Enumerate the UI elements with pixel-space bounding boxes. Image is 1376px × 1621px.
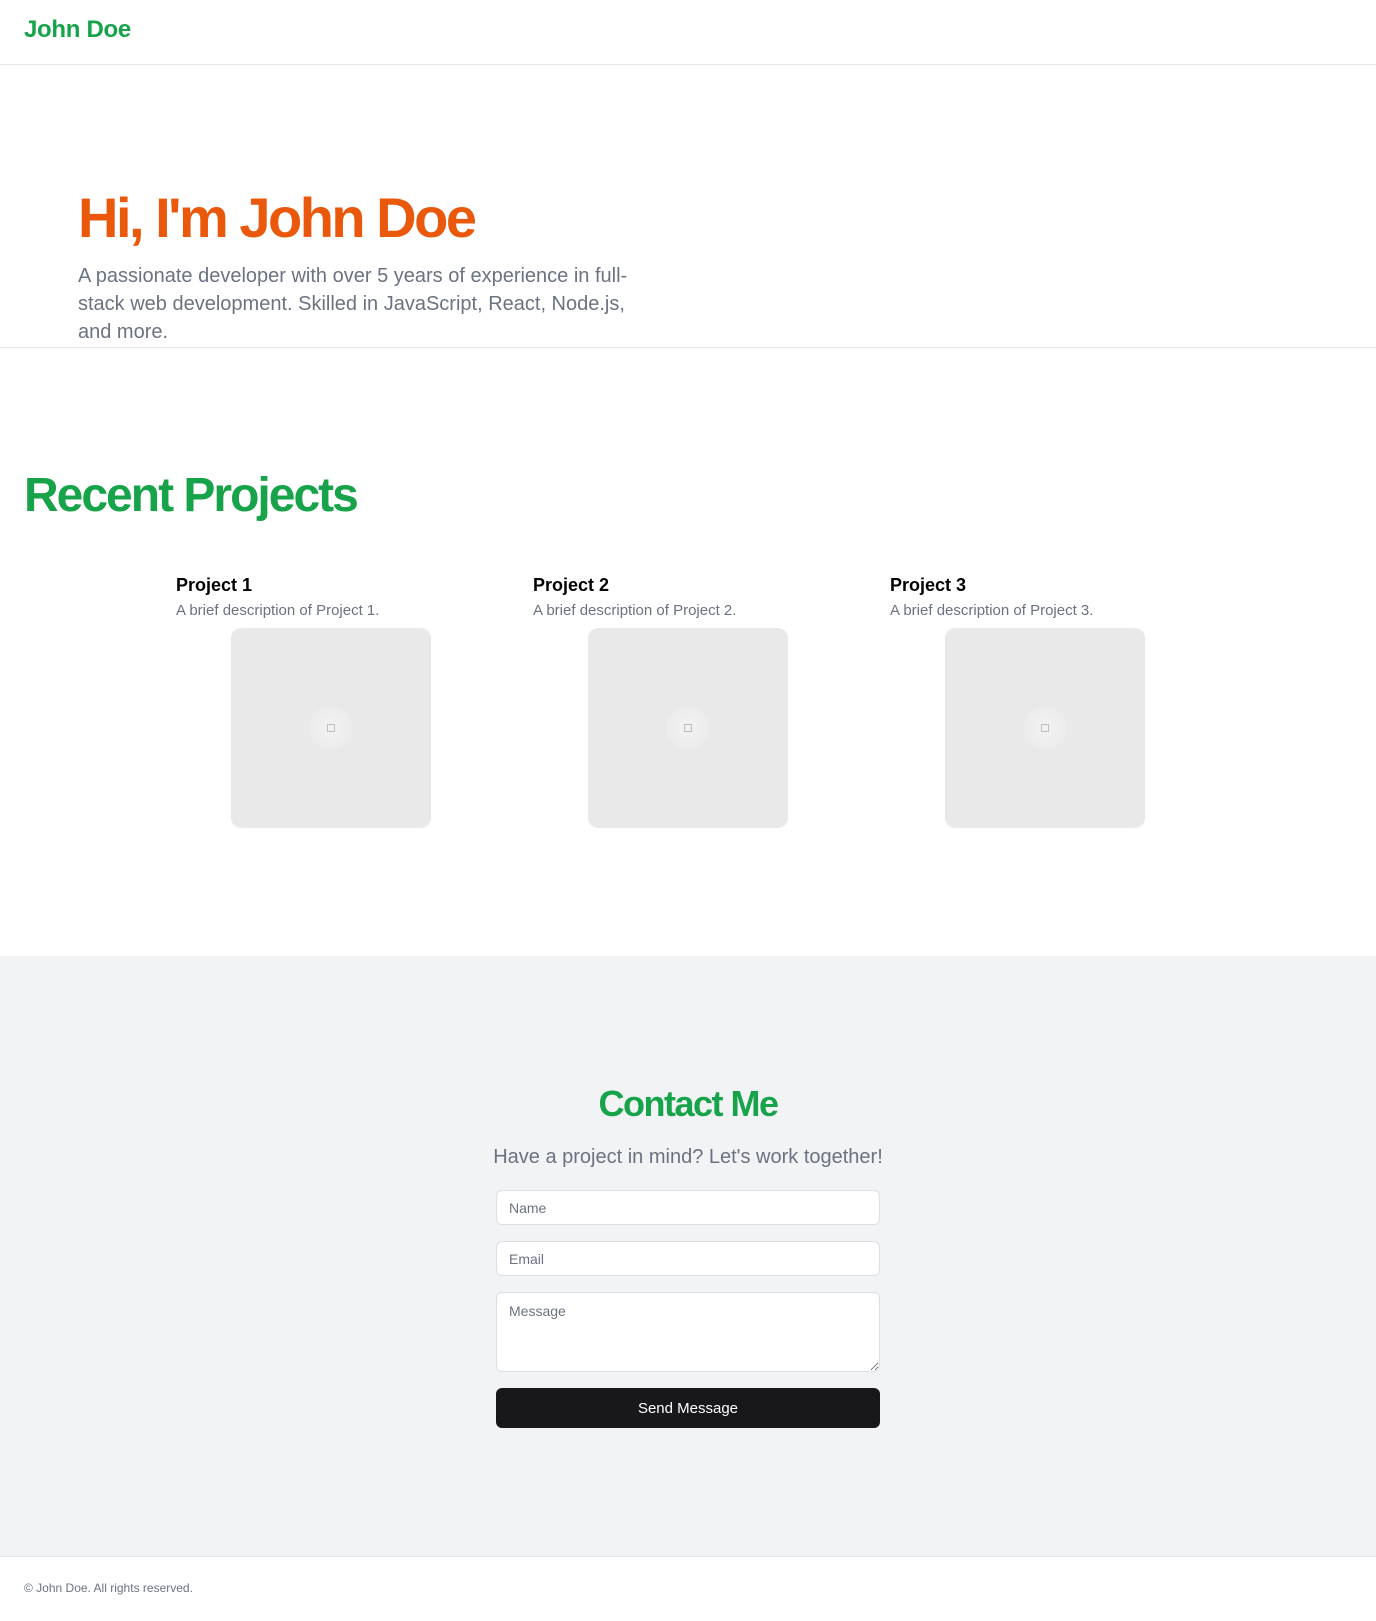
send-message-button[interactable]: Send Message [496,1388,880,1428]
project-card-1[interactable]: Project 1 A brief description of Project… [176,574,496,828]
project-card-2[interactable]: Project 2 A brief description of Project… [533,574,853,828]
project-description: A brief description of Project 2. [533,602,737,619]
project-card-3[interactable]: Project 3 A brief description of Project… [890,574,1210,828]
site-header: John Doe [0,0,1376,65]
image-placeholder-icon [309,706,353,750]
project-image [945,628,1145,828]
contact-lead: Have a project in mind? Let's work toget… [493,1146,883,1168]
projects-section: Recent Projects Project 1 A brief descri… [0,348,1376,956]
project-description: A brief description of Project 3. [890,602,1094,619]
project-image [231,628,431,828]
project-title: Project 2 [533,575,610,595]
project-title: Project 1 [176,575,253,595]
hero-intro: A passionate developer with over 5 years… [78,265,628,343]
hero-section: Hi, I'm John Doe A passionate developer … [0,65,1376,348]
projects-heading: Recent Projects [24,469,359,522]
hero-title: Hi, I'm John Doe [78,186,477,249]
site-footer: © John Doe. All rights reserved. [0,1556,1376,1621]
copyright-text: © John Doe. All rights reserved. [24,1581,193,1595]
message-field[interactable] [496,1292,880,1372]
image-placeholder-icon [666,706,710,750]
contact-heading: Contact Me [598,1083,779,1124]
project-description: A brief description of Project 1. [176,602,380,619]
contact-section: Contact Me Have a project in mind? Let's… [0,956,1376,1556]
project-image [588,628,788,828]
brand-link[interactable]: John Doe [24,16,131,44]
project-title: Project 3 [890,575,967,595]
image-placeholder-icon [1023,706,1067,750]
name-field[interactable] [496,1190,880,1225]
email-field[interactable] [496,1241,880,1276]
